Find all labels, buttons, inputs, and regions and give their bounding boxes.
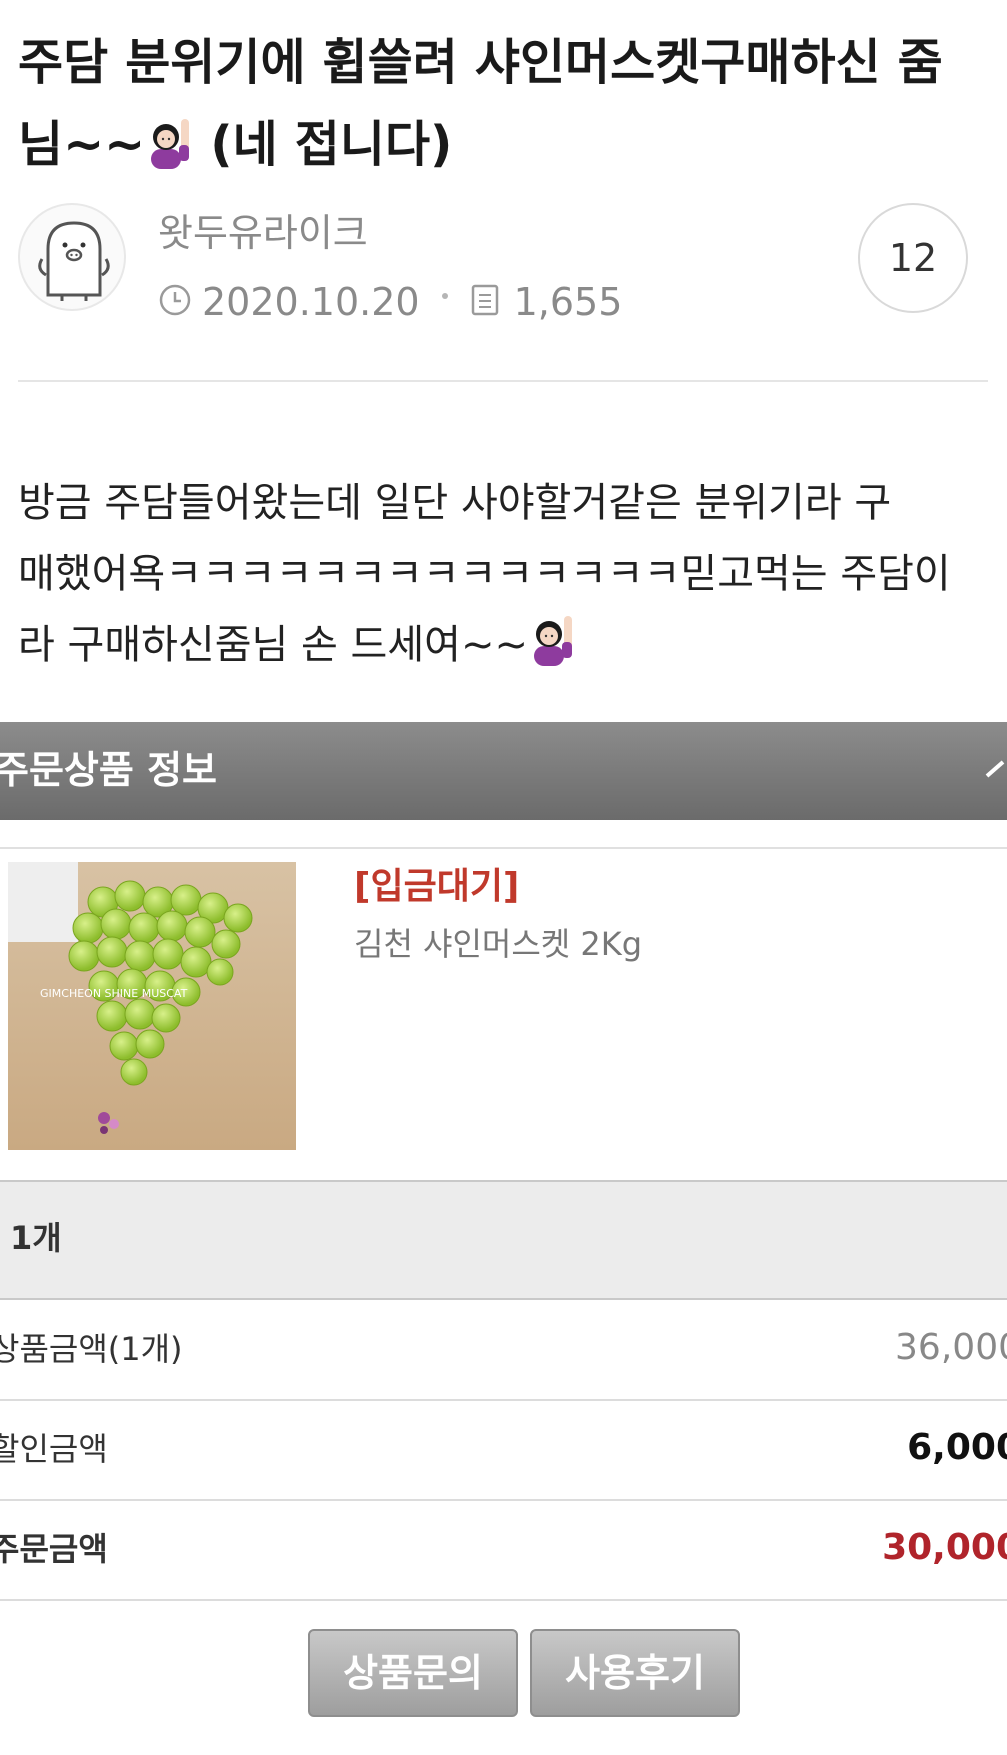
price-value: 6,000 bbox=[907, 1427, 1007, 1468]
raising-hand-emoji-icon bbox=[145, 114, 193, 170]
product-inquiry-button[interactable]: 상품문의 bbox=[308, 1629, 518, 1717]
product-image[interactable]: GIMCHEON SHINE MUSCAT bbox=[8, 862, 296, 1150]
order-status: [입금대기] bbox=[354, 866, 520, 907]
post-views: 1,655 bbox=[513, 280, 623, 324]
post-body-line: 매했어욕ㅋㅋㅋㅋㅋㅋㅋㅋㅋㅋㅋㅋㅋㅋ믿고먹는 주담이 bbox=[18, 551, 951, 597]
author-row: 왓두유라이크 2020.10.20 1,655 12 bbox=[18, 203, 988, 324]
author-name[interactable]: 왓두유라이크 bbox=[158, 209, 368, 257]
post-body-line: 방금 주담들어왔는데 일단 사야할거같은 분위기라 구 bbox=[18, 480, 892, 526]
post-meta: 2020.10.20 1,655 bbox=[158, 278, 622, 326]
comment-count-button[interactable]: 12 bbox=[858, 203, 968, 313]
post-date: 2020.10.20 bbox=[202, 280, 420, 324]
post-title: 주담 분위기에 휩쓸려 샤인머스켓구매하신 줌님~~ (네 접니다) bbox=[18, 22, 978, 186]
price-value: 30,000 bbox=[882, 1527, 1007, 1568]
price-label: 주문금액 bbox=[0, 1530, 108, 1568]
clock-icon bbox=[158, 280, 192, 316]
post-body-line: 라 구매하신줌님 손 드세여~~ bbox=[18, 610, 993, 681]
meta-separator bbox=[441, 293, 448, 299]
price-label: 상품금액(1개) bbox=[0, 1330, 183, 1368]
product-name[interactable]: 김천 샤인머스켓 2Kg bbox=[354, 920, 642, 968]
author-avatar[interactable] bbox=[18, 203, 126, 311]
chevron-up-icon bbox=[985, 760, 1005, 778]
product-image-label: GIMCHEON SHINE MUSCAT bbox=[40, 987, 188, 1000]
order-screenshot: 주문상품 정보 GIMCHEON SHINE MUSCAT [입금대기] 김천 … bbox=[0, 722, 1007, 1755]
price-label: 할인금액 bbox=[0, 1430, 108, 1468]
price-value: 36,000 bbox=[895, 1327, 1007, 1368]
mascot-avatar-icon bbox=[38, 221, 110, 301]
quantity-label: 1개 bbox=[10, 1219, 62, 1257]
raising-hand-emoji-icon bbox=[528, 612, 576, 668]
price-row-total: 주문금액 30,000 bbox=[0, 1500, 1007, 1601]
order-info-header-title: 주문상품 정보 bbox=[0, 748, 217, 792]
quantity-row: 1개 bbox=[0, 1180, 1007, 1300]
header-divider bbox=[18, 380, 988, 382]
post-title-suffix: (네 접니다) bbox=[210, 116, 453, 173]
post-body: 방금 주담들어왔는데 일단 사야할거같은 분위기라 구 매했어욕ㅋㅋㅋㅋㅋㅋㅋㅋ… bbox=[18, 468, 993, 681]
product-review-button[interactable]: 사용후기 bbox=[530, 1629, 740, 1717]
order-info-header[interactable]: 주문상품 정보 bbox=[0, 722, 1007, 820]
price-row-subtotal: 상품금액(1개) 36,000 bbox=[0, 1300, 1007, 1401]
document-icon bbox=[470, 280, 504, 316]
price-row-discount: 할인금액 6,000 bbox=[0, 1400, 1007, 1501]
